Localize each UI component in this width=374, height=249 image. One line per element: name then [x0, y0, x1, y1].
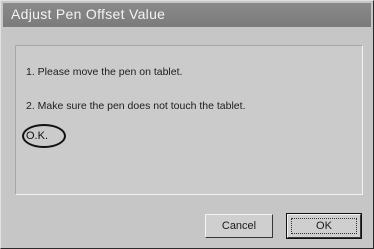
adjust-pen-offset-dialog: Adjust Pen Offset Value 1. Please move t…	[0, 0, 374, 249]
title-bar[interactable]: Adjust Pen Offset Value	[3, 3, 371, 27]
instruction-move-pen: 1. Please move the pen on tablet.	[26, 66, 183, 78]
status-highlight-ring	[22, 124, 66, 148]
cancel-button[interactable]: Cancel	[205, 214, 273, 238]
focus-rectangle	[291, 218, 357, 234]
instructions-panel: 1. Please move the pen on tablet. 2. Mak…	[15, 45, 363, 195]
ok-button[interactable]: OK	[286, 213, 362, 239]
dialog-title: Adjust Pen Offset Value	[11, 6, 166, 22]
instruction-no-touch: 2. Make sure the pen does not touch the …	[26, 100, 246, 112]
